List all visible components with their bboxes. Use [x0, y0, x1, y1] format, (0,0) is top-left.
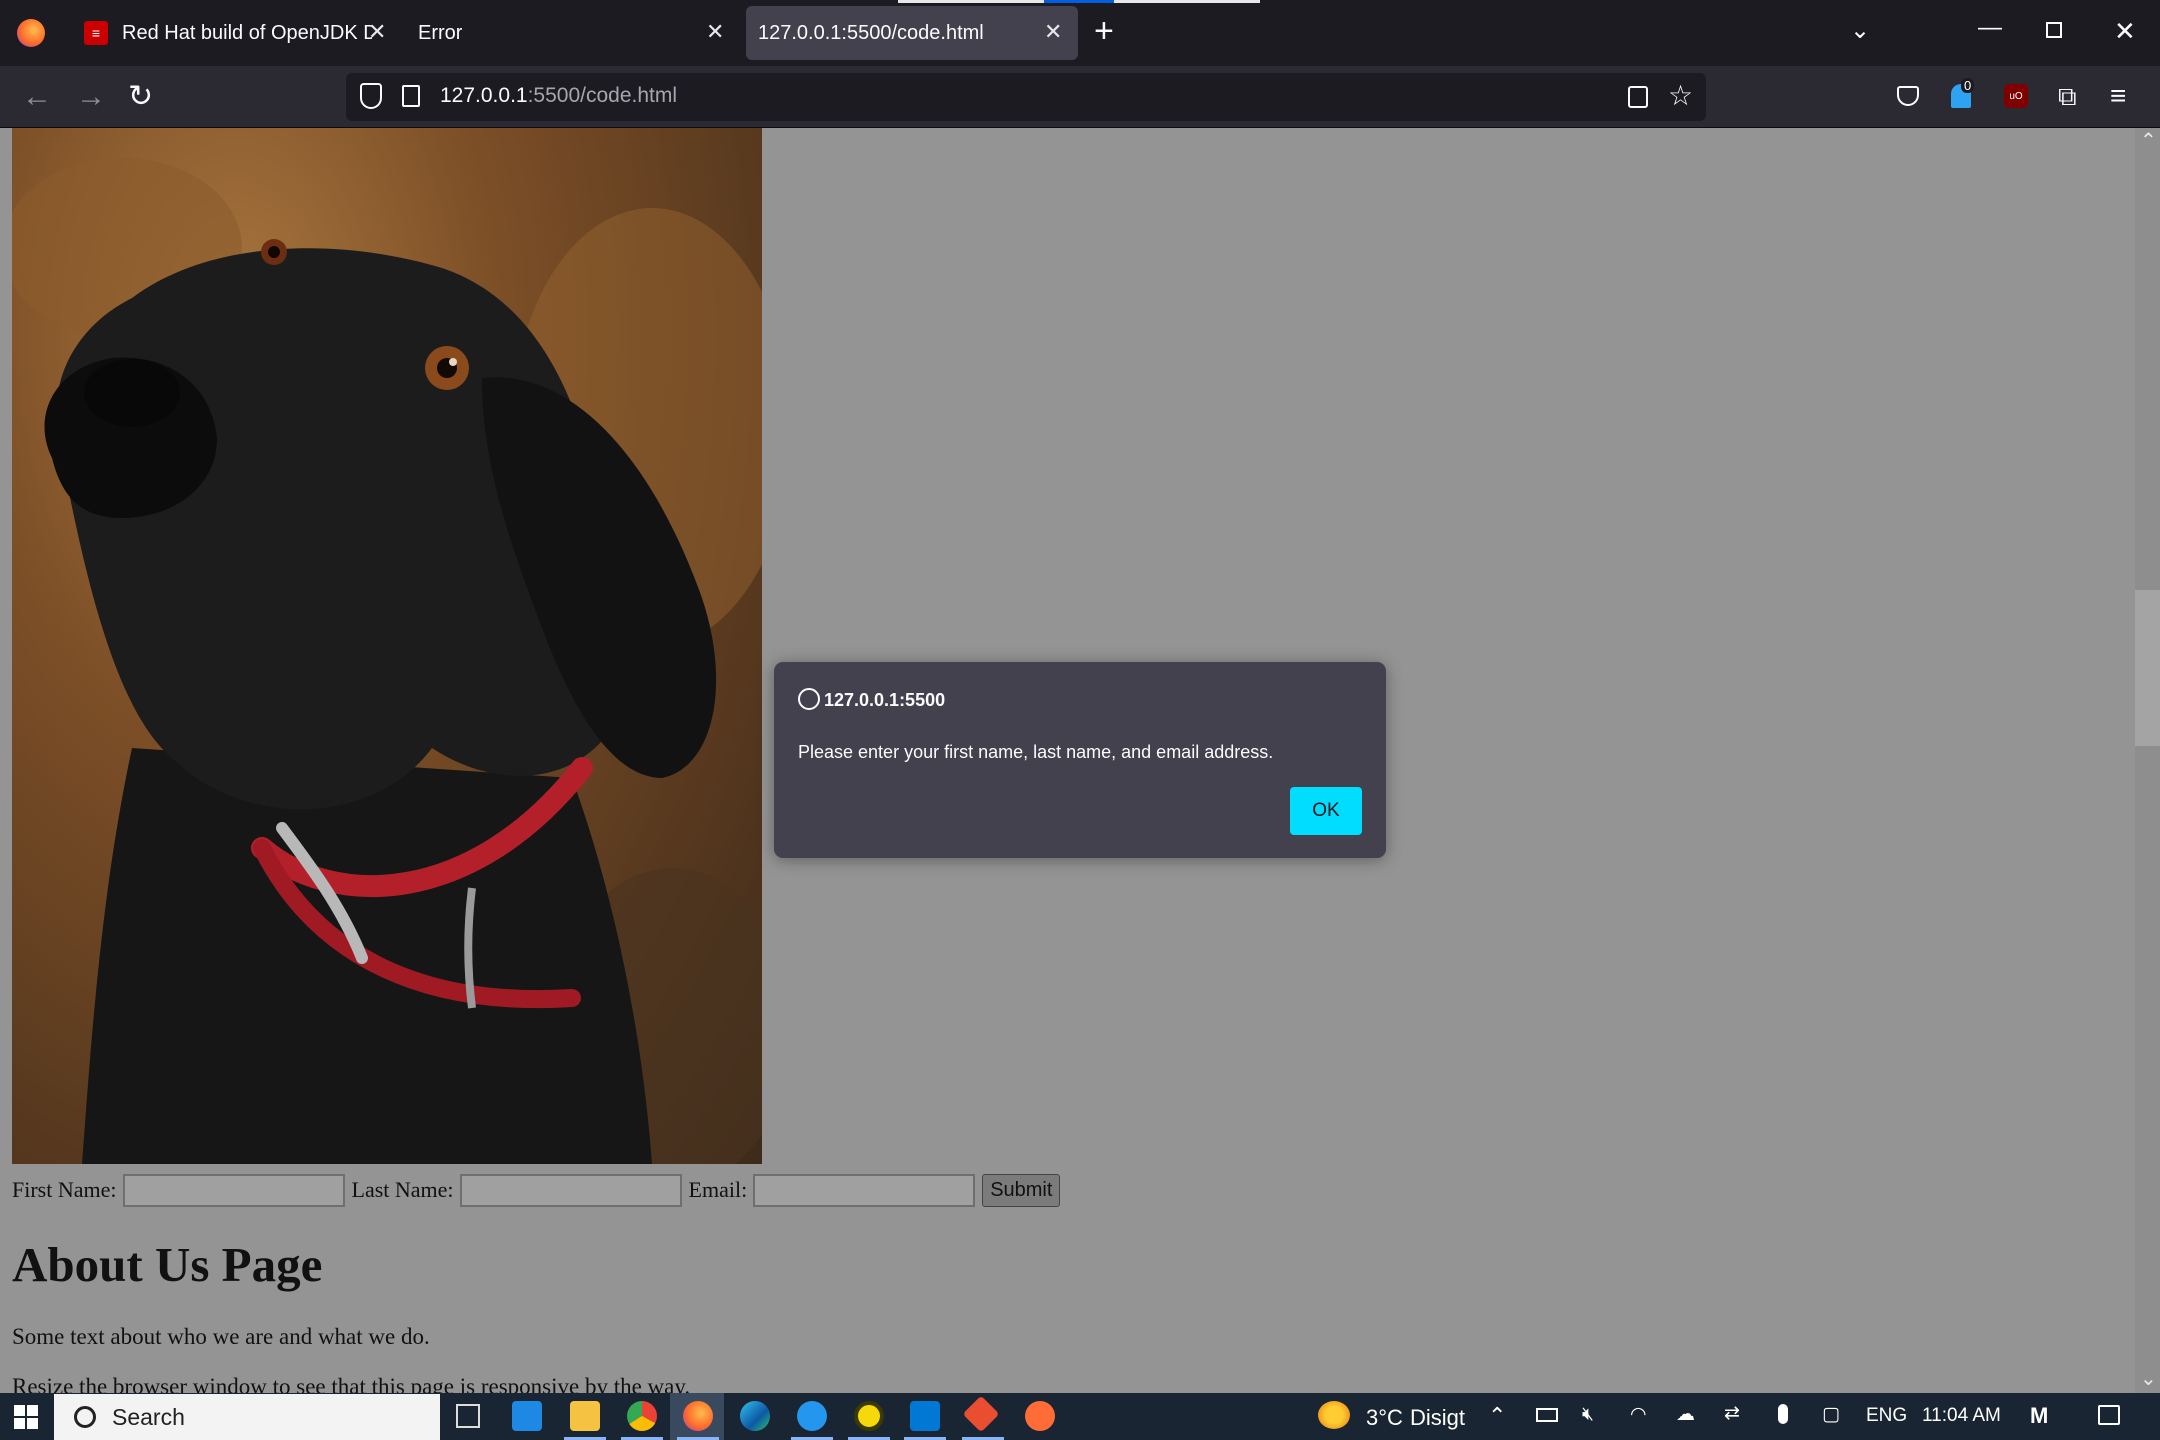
tab-code-html-active[interactable]: 127.0.0.1:5500/code.html ✕: [746, 6, 1078, 60]
display-icon[interactable]: ▢: [1822, 1403, 1840, 1426]
firefox-icon[interactable]: [683, 1401, 713, 1431]
reader-view-icon[interactable]: [1628, 86, 1648, 108]
email-input[interactable]: [753, 1173, 976, 1207]
search-icon: [74, 1406, 96, 1428]
notification-center-icon[interactable]: [2098, 1405, 2120, 1425]
tab-indicator-line: [898, 0, 1044, 3]
last-name-input[interactable]: [459, 1173, 682, 1207]
shield-icon[interactable]: [360, 83, 382, 109]
responsive-note: Resize the browser window to see that th…: [12, 1374, 691, 1393]
ok-button[interactable]: OK: [1290, 787, 1362, 835]
ublock-origin-icon[interactable]: uO: [2004, 84, 2028, 108]
close-tab-icon[interactable]: ✕: [368, 19, 386, 45]
restore-window-button[interactable]: [2046, 22, 2062, 38]
forward-icon[interactable]: →: [76, 82, 106, 112]
windows-start-icon[interactable]: [14, 1405, 38, 1429]
list-all-tabs-icon[interactable]: ⌄: [1850, 16, 1870, 45]
first-name-input[interactable]: [122, 1173, 345, 1207]
postman-icon[interactable]: [1025, 1401, 1055, 1431]
windows-taskbar: Search 3°C Disigt ⌃ 🔇︎ ◠ ☁ ⇄ ▢ ENG 11:04…: [0, 1393, 2160, 1440]
close-tab-icon[interactable]: ✕: [1044, 19, 1062, 45]
tab-title: Error: [418, 21, 463, 44]
volume-muted-icon[interactable]: 🔇︎: [1582, 1404, 1594, 1426]
vscode-icon[interactable]: [910, 1401, 940, 1431]
task-view-icon[interactable]: [456, 1404, 480, 1428]
pocket-icon[interactable]: [1897, 86, 1919, 106]
redhat-icon: ≡: [84, 21, 108, 45]
tab-error[interactable]: Error ✕: [404, 6, 736, 60]
onedrive-icon[interactable]: ☁: [1676, 1403, 1695, 1426]
address-bar[interactable]: 127.0.0.1:5500/code.html ☆: [346, 73, 1706, 121]
tab-title: 127.0.0.1:5500/code.html: [758, 21, 984, 44]
input-language[interactable]: ENG: [1866, 1405, 1907, 1427]
url-text: 127.0.0.1:5500/code.html: [440, 84, 677, 108]
url-host: 127.0.0.1: [440, 84, 528, 107]
search-label: Search: [112, 1403, 185, 1430]
app-menu-icon[interactable]: ≡: [2110, 80, 2126, 112]
close-window-button[interactable]: ✕: [2114, 16, 2136, 47]
contact-form: First Name: Last Name: Email: Submit: [12, 1170, 1061, 1210]
email-label: Email:: [688, 1177, 748, 1202]
tab-title: Red Hat build of OpenJDK Down: [122, 21, 372, 44]
extensions-puzzle-icon[interactable]: ⧉: [2058, 81, 2077, 113]
last-name-label: Last Name:: [351, 1177, 454, 1202]
dog-illustration: [12, 158, 762, 1164]
about-text: Some text about who we are and what we d…: [12, 1324, 430, 1349]
microphone-icon[interactable]: [1778, 1404, 1788, 1424]
weather-description[interactable]: Disigt: [1410, 1405, 1465, 1431]
battery-icon[interactable]: [1536, 1408, 1558, 1422]
new-tab-button[interactable]: +: [1094, 14, 1114, 48]
page-heading: About Us Page: [12, 1237, 323, 1292]
tab-indicator-line: [1114, 0, 1260, 3]
page-icon[interactable]: [402, 85, 420, 107]
bookmark-star-icon[interactable]: ☆: [1668, 79, 1693, 112]
scrollbar-thumb[interactable]: [2135, 590, 2160, 746]
globe-icon: [798, 688, 820, 710]
weather-temperature[interactable]: 3°C: [1366, 1405, 1403, 1431]
reload-icon[interactable]: ↻: [128, 82, 153, 112]
scroll-down-icon[interactable]: ⌄: [2140, 1366, 2157, 1391]
mail-app-icon[interactable]: [512, 1401, 542, 1431]
scroll-up-icon[interactable]: ⌃: [2140, 128, 2157, 153]
wifi-icon[interactable]: ◠: [1630, 1403, 1647, 1426]
extension-badge: 0: [1961, 78, 1975, 93]
back-icon[interactable]: ←: [22, 82, 52, 112]
browser-tab-bar: ≡ Red Hat build of OpenJDK Down ✕ Error …: [0, 0, 2160, 66]
page-scrollbar[interactable]: [2135, 128, 2160, 1393]
taskbar-search-box[interactable]: Search: [54, 1394, 440, 1440]
minimize-window-button[interactable]: —: [1978, 14, 2002, 42]
black-labrador-photo: [12, 128, 762, 1164]
firefox-menu-icon[interactable]: [17, 19, 45, 47]
file-explorer-icon[interactable]: [570, 1401, 600, 1431]
docker-icon[interactable]: [797, 1401, 827, 1431]
weather-icon[interactable]: [1318, 1401, 1350, 1429]
dialog-message: Please enter your first name, last name,…: [798, 742, 1274, 762]
tab-indicator-line-active: [1044, 0, 1114, 3]
git-icon[interactable]: [962, 1395, 1000, 1433]
medium-app-icon[interactable]: M: [2030, 1403, 2048, 1429]
edge-icon[interactable]: [740, 1401, 770, 1431]
norton-icon[interactable]: [854, 1401, 884, 1431]
url-path: :5500/code.html: [527, 84, 678, 107]
close-tab-icon[interactable]: ✕: [706, 19, 724, 45]
chevron-up-icon[interactable]: ⌃: [1488, 1403, 1506, 1429]
chrome-icon[interactable]: [627, 1401, 657, 1431]
alert-dialog: 127.0.0.1:5500 Please enter your first n…: [774, 662, 1386, 858]
navigation-toolbar: ← → ↻ 127.0.0.1:5500/code.html ☆ 0 uO ⧉ …: [0, 66, 2160, 128]
network-toggle-icon[interactable]: ⇄: [1724, 1402, 1740, 1425]
dialog-origin: 127.0.0.1:5500: [824, 690, 946, 710]
submit-button[interactable]: Submit: [982, 1173, 1061, 1207]
tab-redhat-openjdk[interactable]: ≡ Red Hat build of OpenJDK Down ✕: [72, 6, 390, 60]
first-name-label: First Name:: [12, 1177, 117, 1202]
clock-time[interactable]: 11:04 AM: [1922, 1405, 2001, 1427]
